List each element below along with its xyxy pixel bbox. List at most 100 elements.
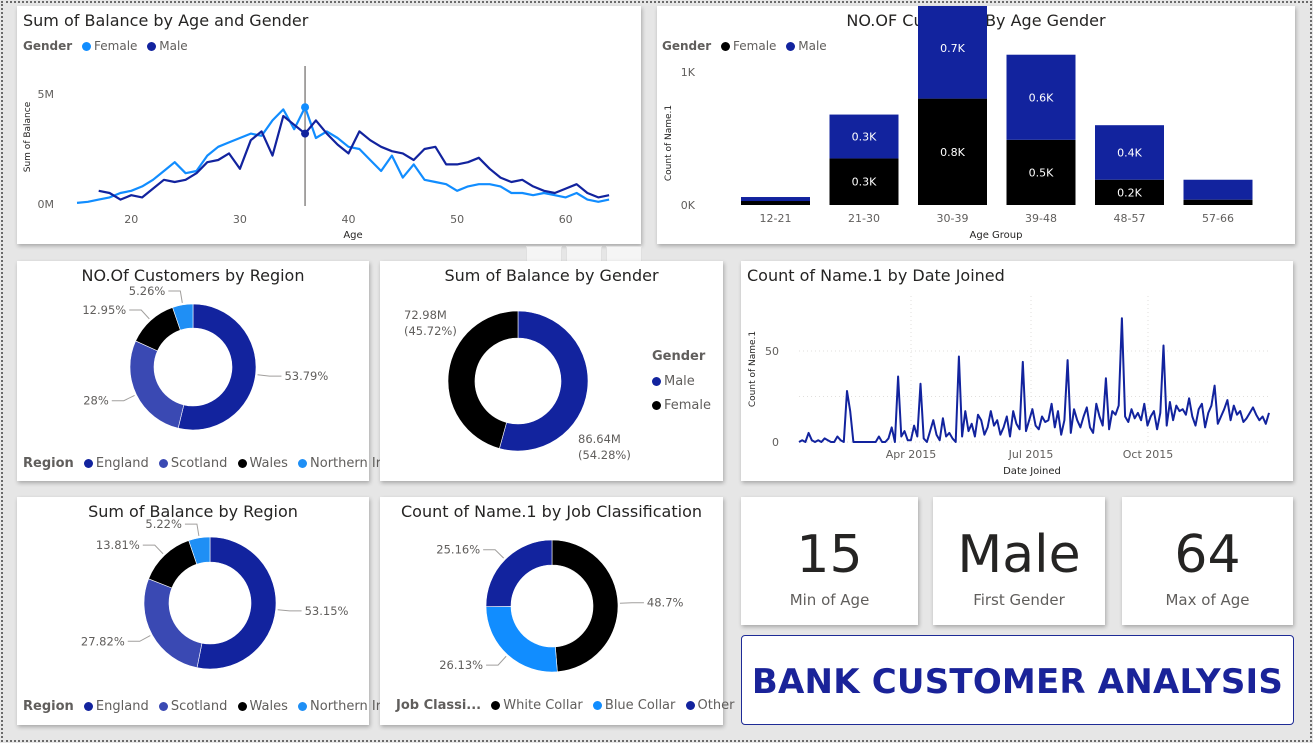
legend-title: Job Classi... (396, 698, 482, 713)
y-axis-title: Sum of Balance (23, 101, 33, 172)
balance-gender-tile[interactable]: Sum of Balance by Gender 72.98M (45.72%)… (380, 261, 723, 481)
data-label: 5.22% (145, 517, 182, 531)
first-gender-card[interactable]: Male First Gender (933, 497, 1105, 625)
female-value-label: 72.98M (404, 308, 447, 322)
data-label: 28% (83, 394, 109, 408)
legend-wales[interactable]: Wales (237, 456, 288, 471)
leader-line (257, 374, 282, 377)
max-age-value: 64 (1174, 525, 1241, 585)
x-tick-label: 48-57 (1114, 212, 1146, 225)
legend-scotland[interactable]: Scotland (158, 699, 228, 714)
data-label: 0.3K (852, 131, 877, 144)
x-tick-label: 60 (559, 213, 573, 226)
y-tick-label: 0M (38, 198, 55, 211)
x-tick-label: Jul 2015 (1008, 448, 1054, 461)
x-tick-label: 30-39 (937, 212, 969, 225)
legend-northern-ireland[interactable]: Northern Ir... (298, 456, 392, 471)
customers-region-legend: Region England Scotland Wales Northern I… (23, 456, 398, 471)
legend-other[interactable]: Other (685, 698, 734, 713)
balance-age-gender-tile[interactable]: Sum of Balance by Age and Gender Gender … (17, 6, 641, 244)
legend-male-label: Male (664, 374, 695, 389)
x-tick-label: 20 (124, 213, 138, 226)
y-tick-label: 5M (38, 88, 55, 101)
legend-title: Region (23, 699, 74, 714)
leader-line (111, 394, 135, 402)
data-label: 0.6K (1029, 91, 1054, 104)
first-gender-value: Male (957, 525, 1081, 585)
bar-male-12-21 (741, 197, 810, 202)
data-label: 5.26% (129, 284, 166, 298)
data-label: 53.79% (284, 369, 328, 383)
y-axis-title: Count of Name.1 (748, 331, 758, 407)
legend-wales-label: Wales (249, 699, 288, 714)
hover-point-female (301, 103, 310, 112)
legend-wales-label: Wales (249, 456, 288, 471)
bar-female-57-66 (1183, 199, 1253, 205)
leader-line (277, 609, 302, 612)
x-tick-label: 50 (450, 213, 464, 226)
female-percent-label: (45.72%) (404, 324, 457, 338)
slice-scotland (129, 340, 185, 429)
data-label: 25.16% (436, 543, 480, 557)
series-line-male (98, 114, 610, 201)
x-tick-label: 30 (233, 213, 247, 226)
title-banner: BANK CUSTOMER ANALYSIS (741, 635, 1294, 725)
max-age-label: Max of Age (1165, 591, 1250, 609)
y-tick-label: 0 (772, 436, 779, 449)
slice-white-collar (551, 539, 619, 673)
data-label: 48.7% (647, 596, 684, 610)
data-label: 0.3K (852, 176, 877, 189)
slice-scotland (143, 578, 203, 669)
legend-white-collar-label: White Collar (503, 698, 583, 713)
legend-england[interactable]: England (83, 699, 149, 714)
customers-age-bar-chart[interactable]: 1K 0K Count of Name.1 Age Group 12-21 0.3K 0.3… (657, 6, 1295, 244)
data-label: 0.8K (940, 146, 965, 159)
legend-wales[interactable]: Wales (237, 699, 288, 714)
job-class-donut[interactable]: 48.7% 26.13% 25.16% (380, 497, 723, 692)
date-joined-tile[interactable]: Count of Name.1 by Date Joined 50 0 Apr 20… (741, 261, 1293, 481)
balance-gender-legend: Gender Male Female (652, 349, 711, 422)
min-age-card[interactable]: 15 Min of Age (741, 497, 918, 625)
customers-region-tile[interactable]: NO.Of Customers by Region 53.79% 28% 12.95… (17, 261, 392, 481)
balance-region-tile[interactable]: Sum of Balance by Region 53.15% 27.82% 13.… (17, 497, 392, 725)
leader-line (184, 523, 200, 536)
balance-region-legend: Region England Scotland Wales Northern I… (23, 699, 398, 714)
data-label: 0.5K (1029, 166, 1054, 179)
min-age-value: 15 (796, 525, 863, 585)
bar-male-57-66 (1183, 179, 1253, 200)
leader-line (486, 655, 507, 666)
legend-scotland[interactable]: Scotland (158, 456, 227, 471)
x-tick-label: 57-66 (1202, 212, 1234, 225)
legend-blue-collar[interactable]: Blue Collar (592, 698, 675, 713)
series-line-female (76, 106, 610, 204)
legend-male[interactable]: Male (652, 374, 711, 389)
legend-england-label: England (95, 456, 149, 471)
male-percent-label: (54.28%) (578, 448, 631, 462)
leader-line (142, 544, 164, 555)
y-tick-label: 1K (681, 66, 696, 79)
y-tick-label: 50 (765, 345, 779, 358)
first-gender-label: First Gender (973, 591, 1065, 609)
legend-scotland-label: Scotland (170, 699, 228, 714)
balance-age-line-chart[interactable]: 5M 0M 20 30 40 50 60 Age Sum of Balance (17, 6, 641, 244)
max-age-card[interactable]: 64 Max of Age (1122, 497, 1293, 625)
x-axis-title: Date Joined (1003, 466, 1061, 477)
data-label: 12.95% (82, 303, 126, 317)
data-label: 27.82% (81, 634, 125, 648)
legend-england[interactable]: England (83, 456, 149, 471)
balance-region-donut[interactable]: 53.15% 27.82% 13.81% 5.22% (17, 497, 369, 692)
x-tick-label: Apr 2015 (886, 448, 937, 461)
hover-point-male (301, 129, 310, 138)
x-tick-label: 12-21 (760, 212, 792, 225)
job-class-tile[interactable]: Count of Name.1 by Job Classification 48… (380, 497, 734, 725)
legend-northern-ireland[interactable]: Northern Ir... (298, 699, 392, 714)
male-value-label: 86.64M (578, 432, 621, 446)
legend-white-collar[interactable]: White Collar (491, 698, 583, 713)
x-tick-label: 39-48 (1025, 212, 1057, 225)
date-joined-line-chart[interactable]: 500Apr 2015 Jul 2015 Oct 2015Date JoinedCo… (741, 261, 1293, 481)
customers-age-gender-tile[interactable]: NO.OF Customer By Age Gender Gender Fema… (657, 6, 1295, 244)
legend-female[interactable]: Female (652, 398, 711, 413)
customers-region-donut[interactable]: 53.79% 28% 12.95%5.26% (17, 261, 369, 451)
slice-blue-collar (485, 606, 558, 673)
leader-line (129, 309, 150, 320)
